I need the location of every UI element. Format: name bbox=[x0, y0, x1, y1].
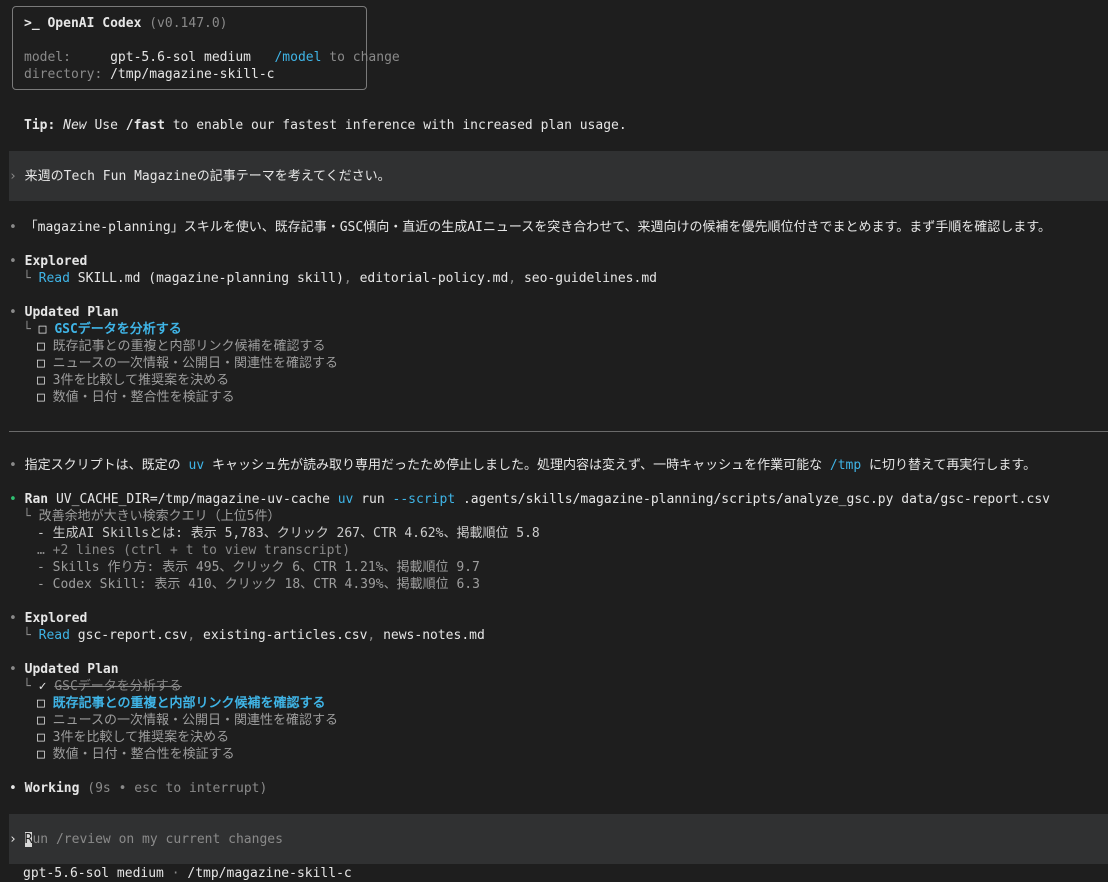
tip-label: Tip: bbox=[24, 118, 56, 133]
footer-separator: · bbox=[171, 866, 180, 881]
ran-output-line: - Skills 作り方: 表示 495、クリック 6、CTR 1.21%、掲載… bbox=[37, 560, 480, 575]
user-message-text: 来週のTech Fun Magazineの記事テーマを考えてください。 bbox=[24, 169, 391, 184]
tree-icon: └ bbox=[23, 509, 31, 524]
checkbox-icon: □ bbox=[37, 747, 45, 762]
chevron-icon: › bbox=[9, 169, 17, 184]
tip-text1: Use bbox=[94, 118, 118, 133]
checkbox-icon: □ bbox=[37, 356, 45, 371]
footer-model: gpt-5.6-sol medium bbox=[23, 866, 164, 881]
explored-1-title: • Explored bbox=[9, 254, 88, 269]
bullet-icon: • bbox=[9, 611, 17, 626]
intro-text: 「magazine-planning」スキルを使い、既存記事・GSC傾向・直近の… bbox=[24, 220, 1051, 235]
explored-2-read: └ Read gsc-report.csv, existing-articles… bbox=[23, 628, 485, 643]
plan-2-title: • Updated Plan bbox=[9, 662, 119, 677]
directory-row: directory: /tmp/magazine-skill-c bbox=[24, 66, 274, 83]
plan-1-item: □ 3件を比較して推奨案を決める bbox=[37, 373, 230, 388]
bullet-icon: • bbox=[9, 458, 17, 473]
footer-path: /tmp/magazine-skill-c bbox=[187, 866, 352, 881]
tree-icon: └ bbox=[23, 271, 31, 286]
plan-2-item-active: □ 既存記事との重複と内部リンク候補を確認する bbox=[37, 696, 326, 711]
divider bbox=[9, 431, 1108, 432]
working-status: • Working (9s • esc to interrupt) bbox=[9, 781, 268, 796]
prompt-symbol: >_ bbox=[24, 16, 40, 31]
header-title: >_ OpenAI Codex (v0.147.0) bbox=[24, 15, 228, 32]
app-version: (v0.147.0) bbox=[149, 16, 228, 31]
checkbox-icon: □ bbox=[37, 730, 45, 745]
notice-line: • 指定スクリプトは、既定の uv キャッシュ先が読み取り専用だったため停止しま… bbox=[9, 458, 1037, 473]
chevron-icon: › bbox=[9, 832, 17, 847]
model-row: model: gpt-5.6-sol medium /model to chan… bbox=[24, 49, 400, 66]
status-footer: gpt-5.6-sol medium · /tmp/magazine-skill… bbox=[23, 865, 352, 882]
tip-new: New bbox=[63, 118, 87, 133]
ran-output-line: - 生成AI Skillsとは: 表示 5,783、クリック 267、CTR 4… bbox=[37, 526, 540, 541]
model-command: /model bbox=[274, 50, 322, 65]
app-name: OpenAI Codex bbox=[47, 16, 142, 31]
plan-1-item: └ □ GSCデータを分析する bbox=[23, 322, 182, 337]
user-message: › 来週のTech Fun Magazineの記事テーマを考えてください。 bbox=[9, 168, 391, 185]
check-icon: ✓ bbox=[38, 679, 47, 694]
tip-line: Tip: New Use /fast to enable our fastest… bbox=[24, 117, 627, 134]
composer-placeholder: un /review on my current changes bbox=[32, 832, 283, 847]
spinner-icon: • bbox=[9, 781, 17, 796]
assistant-intro: • 「magazine-planning」スキルを使い、既存記事・GSC傾向・直… bbox=[9, 219, 1051, 236]
checkbox-icon: □ bbox=[37, 696, 45, 711]
plan-1-title: • Updated Plan bbox=[9, 305, 119, 320]
plan-1-item: □ 数値・日付・整合性を検証する bbox=[37, 390, 235, 405]
tip-command: /fast bbox=[125, 118, 165, 133]
checkbox-icon: □ bbox=[37, 373, 45, 388]
explored-2-title: • Explored bbox=[9, 611, 88, 626]
checkbox-icon: □ bbox=[37, 339, 45, 354]
tree-icon: └ bbox=[23, 322, 31, 337]
plan-1-item: □ ニュースの一次情報・公開日・関連性を確認する bbox=[37, 356, 339, 371]
model-label: model: bbox=[24, 50, 71, 65]
directory-value: /tmp/magazine-skill-c bbox=[110, 67, 275, 82]
checkbox-icon: □ bbox=[38, 322, 47, 337]
bullet-icon: • bbox=[9, 220, 17, 235]
checkbox-icon: □ bbox=[37, 713, 45, 728]
ran-output-line: └ 改善余地が大きい検索クエリ（上位5件） bbox=[23, 509, 281, 524]
composer-input[interactable]: › Run /review on my current changes bbox=[9, 831, 283, 848]
ran-output-expand[interactable]: … +2 lines (ctrl + t to view transcript) bbox=[37, 542, 350, 559]
plan-2-item: □ 数値・日付・整合性を検証する bbox=[37, 747, 235, 762]
directory-label: directory: bbox=[24, 67, 103, 82]
ran-command: • Ran UV_CACHE_DIR=/tmp/magazine-uv-cach… bbox=[9, 492, 1050, 507]
model-value: gpt-5.6-sol medium bbox=[110, 50, 251, 65]
plan-2-item: □ 3件を比較して推奨案を決める bbox=[37, 730, 230, 745]
bullet-icon: • bbox=[9, 254, 17, 269]
bullet-icon: • bbox=[9, 662, 17, 677]
tree-icon: └ bbox=[23, 628, 31, 643]
plan-1-item: □ 既存記事との重複と内部リンク候補を確認する bbox=[37, 339, 326, 354]
tip-text2: to enable our fastest inference with inc… bbox=[172, 118, 627, 133]
ran-output-line: - Codex Skill: 表示 410、クリック 18、CTR 4.39%、… bbox=[37, 577, 480, 592]
checkbox-icon: □ bbox=[37, 390, 45, 405]
bullet-icon: • bbox=[9, 305, 17, 320]
plan-2-item: □ ニュースの一次情報・公開日・関連性を確認する bbox=[37, 713, 339, 728]
explored-1-read: └ Read SKILL.md (magazine-planning skill… bbox=[23, 271, 657, 286]
plan-2-item-done: └ ✓ GSCデータを分析する bbox=[23, 679, 182, 694]
tree-icon: └ bbox=[23, 679, 31, 694]
bullet-icon: • bbox=[9, 492, 17, 507]
model-hint: to change bbox=[329, 50, 400, 65]
